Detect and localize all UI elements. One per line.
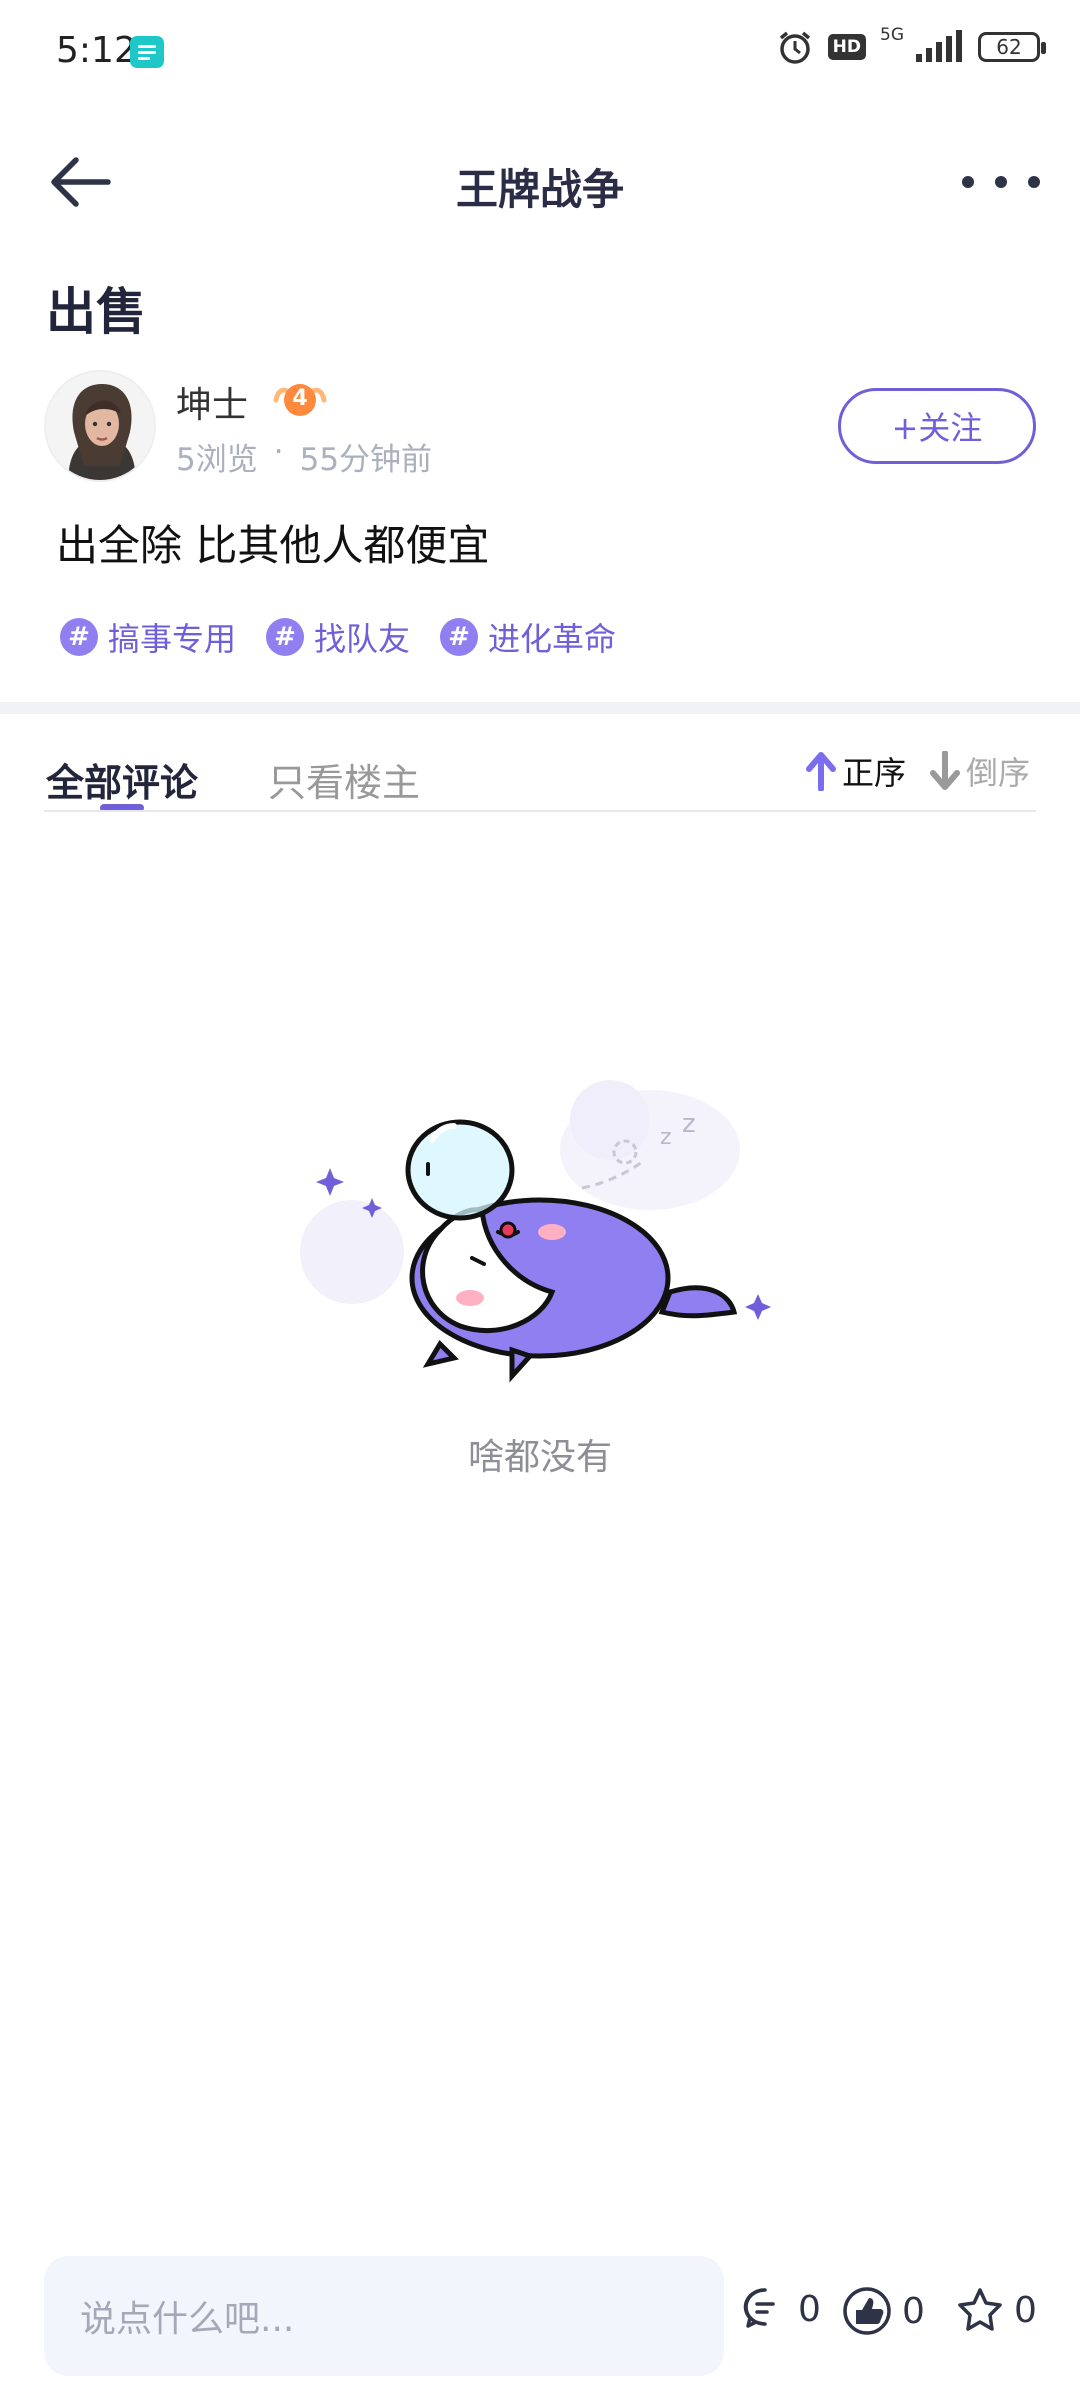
status-time: 5:12 bbox=[56, 30, 137, 71]
tag-label: 搞事专用 bbox=[108, 620, 237, 658]
svg-text:z: z bbox=[660, 1125, 672, 1150]
meta-separator: · bbox=[273, 434, 284, 470]
tab-owner-only[interactable]: 只看楼主 bbox=[268, 752, 420, 807]
level-number: 4 bbox=[292, 386, 308, 411]
post-body: 出全除 比其他人都便宜 bbox=[56, 521, 490, 570]
comment-count: 0 bbox=[798, 2288, 821, 2330]
top-bar: 王牌战争 bbox=[0, 120, 1080, 244]
tag-item[interactable]: # 进化革命 bbox=[440, 614, 616, 660]
tag-item[interactable]: # 找队友 bbox=[266, 614, 410, 660]
comment-icon bbox=[743, 2288, 775, 2328]
status-icons: HD 5G 62 bbox=[776, 25, 1046, 66]
tag-label: 找队友 bbox=[314, 620, 411, 658]
favorite-count: 0 bbox=[1014, 2289, 1037, 2331]
svg-text:z: z bbox=[682, 1109, 696, 1139]
alarm-icon bbox=[779, 31, 810, 64]
sort-ascending-label: 正序 bbox=[842, 754, 907, 792]
level-badge: 4 bbox=[272, 378, 328, 422]
tab-underline bbox=[44, 810, 1036, 812]
tag-item[interactable]: # 搞事专用 bbox=[60, 614, 236, 660]
section-divider bbox=[0, 702, 1080, 714]
tab-all-comments[interactable]: 全部评论 bbox=[46, 752, 198, 807]
more-options-icon[interactable] bbox=[962, 158, 1040, 206]
comment-count-button[interactable]: 0 bbox=[742, 2286, 821, 2332]
status-bar: 5:12 HD 5G 62 bbox=[0, 0, 1080, 104]
battery-icon: 62 bbox=[978, 32, 1046, 62]
signal-icon bbox=[916, 30, 962, 62]
thumbs-up-icon bbox=[843, 2287, 891, 2335]
tag-label: 进化革命 bbox=[488, 620, 617, 658]
author-avatar[interactable] bbox=[44, 370, 156, 482]
arrow-down-icon bbox=[930, 751, 960, 790]
tag-list: # 搞事专用 # 找队友 # 进化革命 bbox=[60, 614, 616, 660]
like-count: 0 bbox=[902, 2290, 925, 2332]
sort-descending-button[interactable]: 倒序 bbox=[930, 748, 1030, 794]
hashtag-icon: # bbox=[440, 618, 479, 656]
comment-input[interactable]: 说点什么吧... bbox=[44, 2256, 724, 2376]
like-count-button[interactable]: 0 bbox=[842, 2286, 925, 2336]
empty-state-text: 啥都没有 bbox=[467, 1437, 612, 1478]
network-label: 5G bbox=[880, 25, 904, 45]
favorite-count-button[interactable]: 0 bbox=[956, 2286, 1037, 2334]
view-count: 5浏览 bbox=[176, 442, 258, 478]
author-name[interactable]: 坤士 bbox=[176, 376, 248, 428]
post-title: 出售 bbox=[46, 283, 146, 341]
message-notification-icon bbox=[130, 36, 164, 68]
star-icon bbox=[958, 2288, 1002, 2331]
page-title: 王牌战争 bbox=[455, 165, 624, 214]
sort-ascending-button[interactable]: 正序 bbox=[806, 748, 906, 794]
hashtag-icon: # bbox=[60, 618, 98, 656]
empty-state-illustration: z z bbox=[300, 1080, 771, 1383]
post-meta: 5浏览 · 55分钟前 bbox=[176, 434, 432, 479]
hashtag-icon: # bbox=[266, 618, 305, 656]
arrow-up-icon bbox=[806, 752, 836, 791]
follow-button[interactable]: +关注 bbox=[838, 388, 1036, 464]
post-time: 55分钟前 bbox=[299, 442, 433, 478]
sort-descending-label: 倒序 bbox=[966, 754, 1031, 792]
hd-badge: HD bbox=[827, 34, 866, 60]
